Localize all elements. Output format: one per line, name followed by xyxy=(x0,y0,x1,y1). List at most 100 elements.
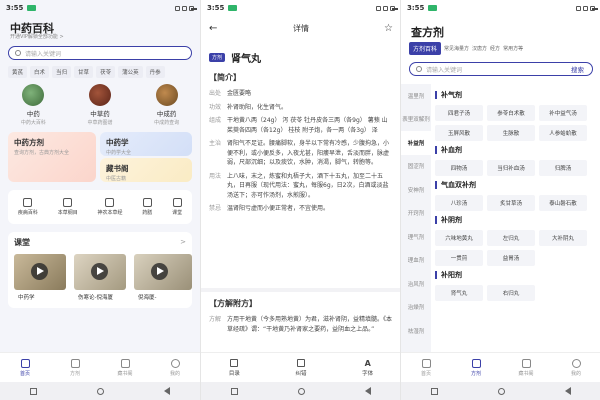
herb-name: 中药 xyxy=(26,110,40,118)
formula-item[interactable]: 四物汤 xyxy=(435,160,483,176)
herb-category[interactable]: 中草药 中草药图谱 xyxy=(70,84,130,126)
sidebar-item[interactable]: 温里剂 xyxy=(401,84,431,108)
recents-icon[interactable] xyxy=(231,387,238,395)
sidebar-item-active[interactable]: 补益剂 xyxy=(401,131,431,155)
formula-item[interactable]: 参苓白术散 xyxy=(487,105,535,121)
play-icon xyxy=(91,263,108,280)
sidebar-item[interactable]: 开窍剂 xyxy=(401,202,431,226)
card-title: 藏书阁 xyxy=(106,164,129,173)
formula-card[interactable]: 中药方剂 查询方剂，古典方剂大全 xyxy=(8,132,96,182)
formula-item[interactable]: 炙甘草汤 xyxy=(487,195,535,211)
tool-disease[interactable]: 疾病百科 xyxy=(18,198,38,216)
formula-item[interactable]: 一贯煎 xyxy=(435,250,483,266)
formula-item[interactable]: 八珍汤 xyxy=(435,195,483,211)
herb-category[interactable]: 中药 中药大百科 xyxy=(3,84,63,126)
formula-item[interactable]: 大补阴丸 xyxy=(539,230,587,246)
tool-bencao[interactable]: 本草纲目 xyxy=(58,198,78,216)
tag[interactable]: 丹参 xyxy=(145,66,165,78)
formula-tabs: 方剂百科 常见海量方 汉唐方 经方 常用方等 xyxy=(409,42,523,55)
tag[interactable]: 茯苓 xyxy=(96,66,116,78)
herb-category[interactable]: 中成药 中成药查询 xyxy=(137,84,197,126)
video-caption: 倪海厦- xyxy=(138,295,157,301)
formula-group: 补血剂 四物汤 当归补血汤 归脾汤 xyxy=(435,145,597,176)
formula-item[interactable]: 人参蛤蚧散 xyxy=(539,125,587,141)
formula-item[interactable]: 益胃汤 xyxy=(487,250,535,266)
library-card[interactable]: 藏书阁 中医古籍 xyxy=(100,158,192,182)
formula-item[interactable]: 归脾汤 xyxy=(539,160,587,176)
herb-desc: 中成药查询 xyxy=(154,120,180,126)
tool-class[interactable]: 课堂 xyxy=(172,198,182,216)
recents-icon[interactable] xyxy=(431,387,438,395)
tag[interactable]: 当归 xyxy=(52,66,72,78)
video-thumb[interactable] xyxy=(14,254,66,290)
sidebar-item[interactable]: 固涩剂 xyxy=(401,155,431,179)
home-sys-icon[interactable] xyxy=(298,387,305,395)
nav-profile[interactable]: 我的 xyxy=(150,353,200,382)
search-placeholder: 请输入关键词 xyxy=(25,50,62,58)
toc-button[interactable]: 目录 xyxy=(201,353,268,382)
nav-formula[interactable]: 方剂 xyxy=(50,353,100,382)
vip-link[interactable]: 开通VIP解锁全部功能 > xyxy=(10,33,64,40)
sidebar-item[interactable]: 理血剂 xyxy=(401,249,431,273)
formula-item[interactable]: 泰山磐石散 xyxy=(539,195,587,211)
sidebar-item[interactable]: 表里双解剂 xyxy=(401,108,431,132)
back-arrow-icon[interactable]: ← xyxy=(209,23,217,34)
tab[interactable]: 经方 xyxy=(490,45,500,52)
font-button[interactable]: A 字体 xyxy=(334,353,400,382)
search-input[interactable]: 请输入关键词 xyxy=(8,46,192,60)
sidebar-item[interactable]: 安神剂 xyxy=(401,178,431,202)
nav-home[interactable]: 首页 xyxy=(0,353,50,382)
formula-group: 气血双补剂 八珍汤 炙甘草汤 泰山磐石散 xyxy=(435,180,597,211)
font-icon: A xyxy=(364,358,371,368)
video-thumb[interactable] xyxy=(74,254,126,290)
study-card[interactable]: 中药学 中药学大全 xyxy=(100,132,192,156)
formula-item[interactable]: 肾气丸 xyxy=(435,285,483,301)
group-heading: 补气剂 xyxy=(435,90,597,100)
course-more[interactable]: > xyxy=(180,238,186,246)
formula-item[interactable]: 四君子汤 xyxy=(435,105,483,121)
formula-item[interactable]: 六味地黄丸 xyxy=(435,230,483,246)
formula-item[interactable]: 玉屏风散 xyxy=(435,125,483,141)
tab[interactable]: 常用方等 xyxy=(503,45,523,52)
sidebar-item[interactable]: 治燥剂 xyxy=(401,296,431,320)
tool-shennong[interactable]: 神农本草经 xyxy=(97,198,123,216)
formula-item[interactable]: 生脉散 xyxy=(487,125,535,141)
tag[interactable]: 白术 xyxy=(30,66,50,78)
sidebar-item[interactable]: 治风剂 xyxy=(401,272,431,296)
formula-item[interactable]: 左归丸 xyxy=(487,230,535,246)
home-sys-icon[interactable] xyxy=(498,387,505,395)
status-icon xyxy=(583,5,588,11)
formula-item[interactable]: 右归丸 xyxy=(487,285,535,301)
formula-icon xyxy=(471,358,481,368)
tool-diet[interactable]: 药膳 xyxy=(142,198,152,216)
detail-row: 组成 干地黄八两（24g） 泻 茯苓 牡丹皮各三两（各9g） 薯蓣 山茱萸各四两（… xyxy=(209,116,393,135)
tab[interactable]: 常见海量方 xyxy=(444,45,469,52)
group-heading: 气血双补剂 xyxy=(435,180,597,190)
tag[interactable]: 甘草 xyxy=(74,66,94,78)
favorite-star-icon[interactable]: ☆ xyxy=(384,23,393,34)
video-thumb[interactable] xyxy=(134,254,192,290)
page-title: 查方剂 xyxy=(411,26,444,39)
tab[interactable]: 汉唐方 xyxy=(472,45,487,52)
sidebar-item[interactable]: 理气剂 xyxy=(401,225,431,249)
nav-formula[interactable]: 方剂 xyxy=(451,353,501,382)
formula-item[interactable]: 补中益气汤 xyxy=(539,105,587,121)
search-input[interactable]: 请输入关键词 搜索 xyxy=(409,62,593,76)
back-sys-icon[interactable] xyxy=(164,387,170,395)
nav-home[interactable]: 首页 xyxy=(401,353,451,382)
tag[interactable]: 蒲公英 xyxy=(118,66,143,78)
sidebar-item[interactable]: 祛湿剂 xyxy=(401,319,431,343)
home-sys-icon[interactable] xyxy=(97,387,104,395)
nav-library[interactable]: 藏书阁 xyxy=(100,353,150,382)
nav-library[interactable]: 藏书阁 xyxy=(501,353,551,382)
row-value: 干地黄八两（24g） 泻 茯苓 牡丹皮各三两（各9g） 薯蓣 山茱萸各四两（各1… xyxy=(227,117,388,134)
recents-icon[interactable] xyxy=(30,387,37,395)
back-sys-icon[interactable] xyxy=(565,387,571,395)
search-button[interactable]: 搜索 xyxy=(571,64,584,74)
correct-button[interactable]: 纠错 xyxy=(268,353,335,382)
tag[interactable]: 黄芪 xyxy=(8,66,28,78)
nav-profile[interactable]: 我的 xyxy=(551,353,600,382)
formula-item[interactable]: 当归补血汤 xyxy=(487,160,535,176)
tab-encyclopedia[interactable]: 方剂百科 xyxy=(409,42,442,55)
back-sys-icon[interactable] xyxy=(365,387,371,395)
